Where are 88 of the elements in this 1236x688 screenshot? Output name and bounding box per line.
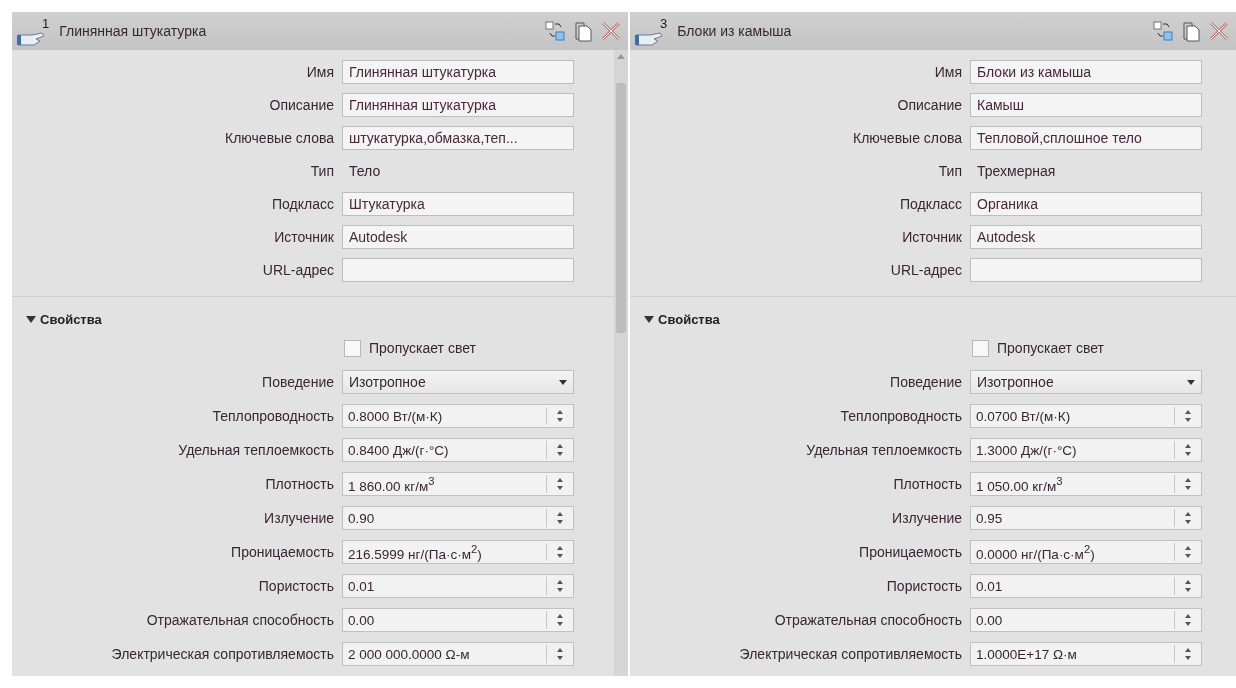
scrollbar-thumb[interactable] — [616, 83, 626, 333]
spinner-field[interactable]: 1.3000 Дж/(г·°C) — [970, 438, 1202, 462]
checkbox-label: Пропускает свет — [997, 340, 1104, 356]
field-label: Поведение — [261, 374, 335, 390]
caret-icon[interactable] — [559, 379, 567, 385]
scrollbar[interactable] — [614, 50, 628, 676]
text-field[interactable]: Autodesk — [970, 224, 1202, 249]
field-label: Теплопроводность — [211, 408, 335, 424]
type-value: Трехмерная — [976, 162, 1056, 179]
text-field[interactable] — [342, 257, 574, 282]
text-field[interactable]: Глинянная штукатурка — [342, 59, 574, 84]
field-label: Источник — [273, 228, 335, 245]
copy-icon[interactable] — [1180, 20, 1202, 42]
text-field[interactable]: Глинянная штукатурка — [342, 92, 574, 117]
text-field[interactable]: штукатурка,обмазка,теп... — [342, 125, 574, 150]
field-label: Имя — [933, 63, 963, 80]
text-field[interactable]: Штукатурка — [342, 191, 574, 216]
field-label: Проницаемость — [858, 544, 963, 560]
material-title: Глинянная штукатурка — [59, 23, 207, 39]
field-label: Источник — [901, 228, 963, 245]
swap-icon[interactable] — [544, 20, 566, 42]
field-label: Теплопроводность — [839, 408, 963, 424]
field-label: Описание — [896, 96, 963, 113]
material-number: 3 — [660, 16, 668, 31]
field-label: Плотность — [892, 476, 963, 492]
checkbox[interactable] — [972, 339, 989, 357]
field-label: Излучение — [263, 510, 335, 526]
dropdown[interactable]: Изотропное — [342, 370, 574, 394]
text-field[interactable]: Камыш — [970, 92, 1202, 117]
material-title: Блоки из камыша — [677, 23, 792, 39]
spinner-field[interactable]: 0.01 — [342, 574, 574, 598]
field-label: Проницаемость — [230, 544, 335, 560]
field-label: Электрическая сопротивляемость — [738, 646, 963, 662]
field-label: Тип — [937, 162, 963, 179]
spinner-field[interactable]: 0.00 — [342, 608, 574, 632]
field-label: Имя — [305, 63, 335, 80]
spinner-field[interactable]: 1 860.00 кг/м$^{3}$ — [342, 472, 574, 496]
section-title: Свойства — [40, 311, 102, 327]
field-label: Ключевые слова — [852, 129, 963, 146]
spinner-field[interactable]: 1 050.00 кг/м$^{3}$ — [970, 472, 1202, 496]
spinner-field[interactable]: 0.00 — [970, 608, 1202, 632]
spinner-field[interactable]: 0.8400 Дж/(г·°C) — [342, 438, 574, 462]
spinner-field[interactable]: 0.95 — [970, 506, 1202, 530]
field-label: Подкласс — [899, 195, 963, 212]
spinner-field[interactable]: 0.0000 нг/(Па·с·м$^{2}$) — [970, 540, 1202, 564]
collapse-triangle-icon[interactable] — [26, 315, 36, 323]
type-value: Тело — [348, 162, 381, 179]
collapse-triangle-icon[interactable] — [644, 315, 654, 323]
field-label: Плотность — [264, 476, 335, 492]
field-label: Поведение — [889, 374, 963, 390]
field-label: Удельная теплоемкость — [177, 442, 335, 458]
field-label: Описание — [268, 96, 335, 113]
field-label: Пористость — [257, 578, 335, 594]
swap-icon[interactable] — [1152, 20, 1174, 42]
text-field[interactable]: Тепловой,сплошное тело — [970, 125, 1202, 150]
spinner-field[interactable]: 1.0000E+17 Ω·м — [970, 642, 1202, 666]
spinner-field[interactable]: 0.90 — [342, 506, 574, 530]
field-label: Отражательная способность — [145, 612, 335, 628]
close-icon[interactable] — [1208, 20, 1230, 42]
text-field[interactable]: Блоки из камыша — [970, 59, 1202, 84]
field-label: Ключевые слова — [224, 129, 335, 146]
text-field[interactable]: Органика — [970, 191, 1202, 216]
spinner-field[interactable]: 216.5999 нг/(Па·с·м$^{2}$) — [342, 540, 574, 564]
section-header[interactable]: Свойства — [630, 297, 1236, 331]
checkbox[interactable] — [344, 339, 361, 357]
material-number: 1 — [42, 16, 50, 31]
section-title: Свойства — [658, 311, 720, 327]
text-field[interactable]: Autodesk — [342, 224, 574, 249]
spinner-field[interactable]: 2 000 000.0000 Ω-м — [342, 642, 574, 666]
field-label: Электрическая сопротивляемость — [110, 646, 335, 662]
field-label: Тип — [309, 162, 335, 179]
section-header[interactable]: Свойства — [12, 297, 614, 331]
spinner-field[interactable]: 0.01 — [970, 574, 1202, 598]
field-label: Пористость — [885, 578, 963, 594]
field-label: Отражательная способность — [773, 612, 963, 628]
close-icon[interactable] — [600, 20, 622, 42]
copy-icon[interactable] — [572, 20, 594, 42]
dropdown[interactable]: Изотропное — [970, 370, 1202, 394]
field-label: Подкласс — [271, 195, 335, 212]
spinner-field[interactable]: 0.0700 Вт/(м·К) — [970, 404, 1202, 428]
checkbox-label: Пропускает свет — [369, 340, 476, 356]
field-label: Удельная теплоемкость — [805, 442, 963, 458]
field-label: URL-адрес — [889, 261, 963, 278]
spinner-field[interactable]: 0.8000 Вт/(м·К) — [342, 404, 574, 428]
field-label: URL-адрес — [261, 261, 335, 278]
field-label: Излучение — [891, 510, 963, 526]
caret-icon[interactable] — [1187, 379, 1195, 385]
text-field[interactable] — [970, 257, 1202, 282]
